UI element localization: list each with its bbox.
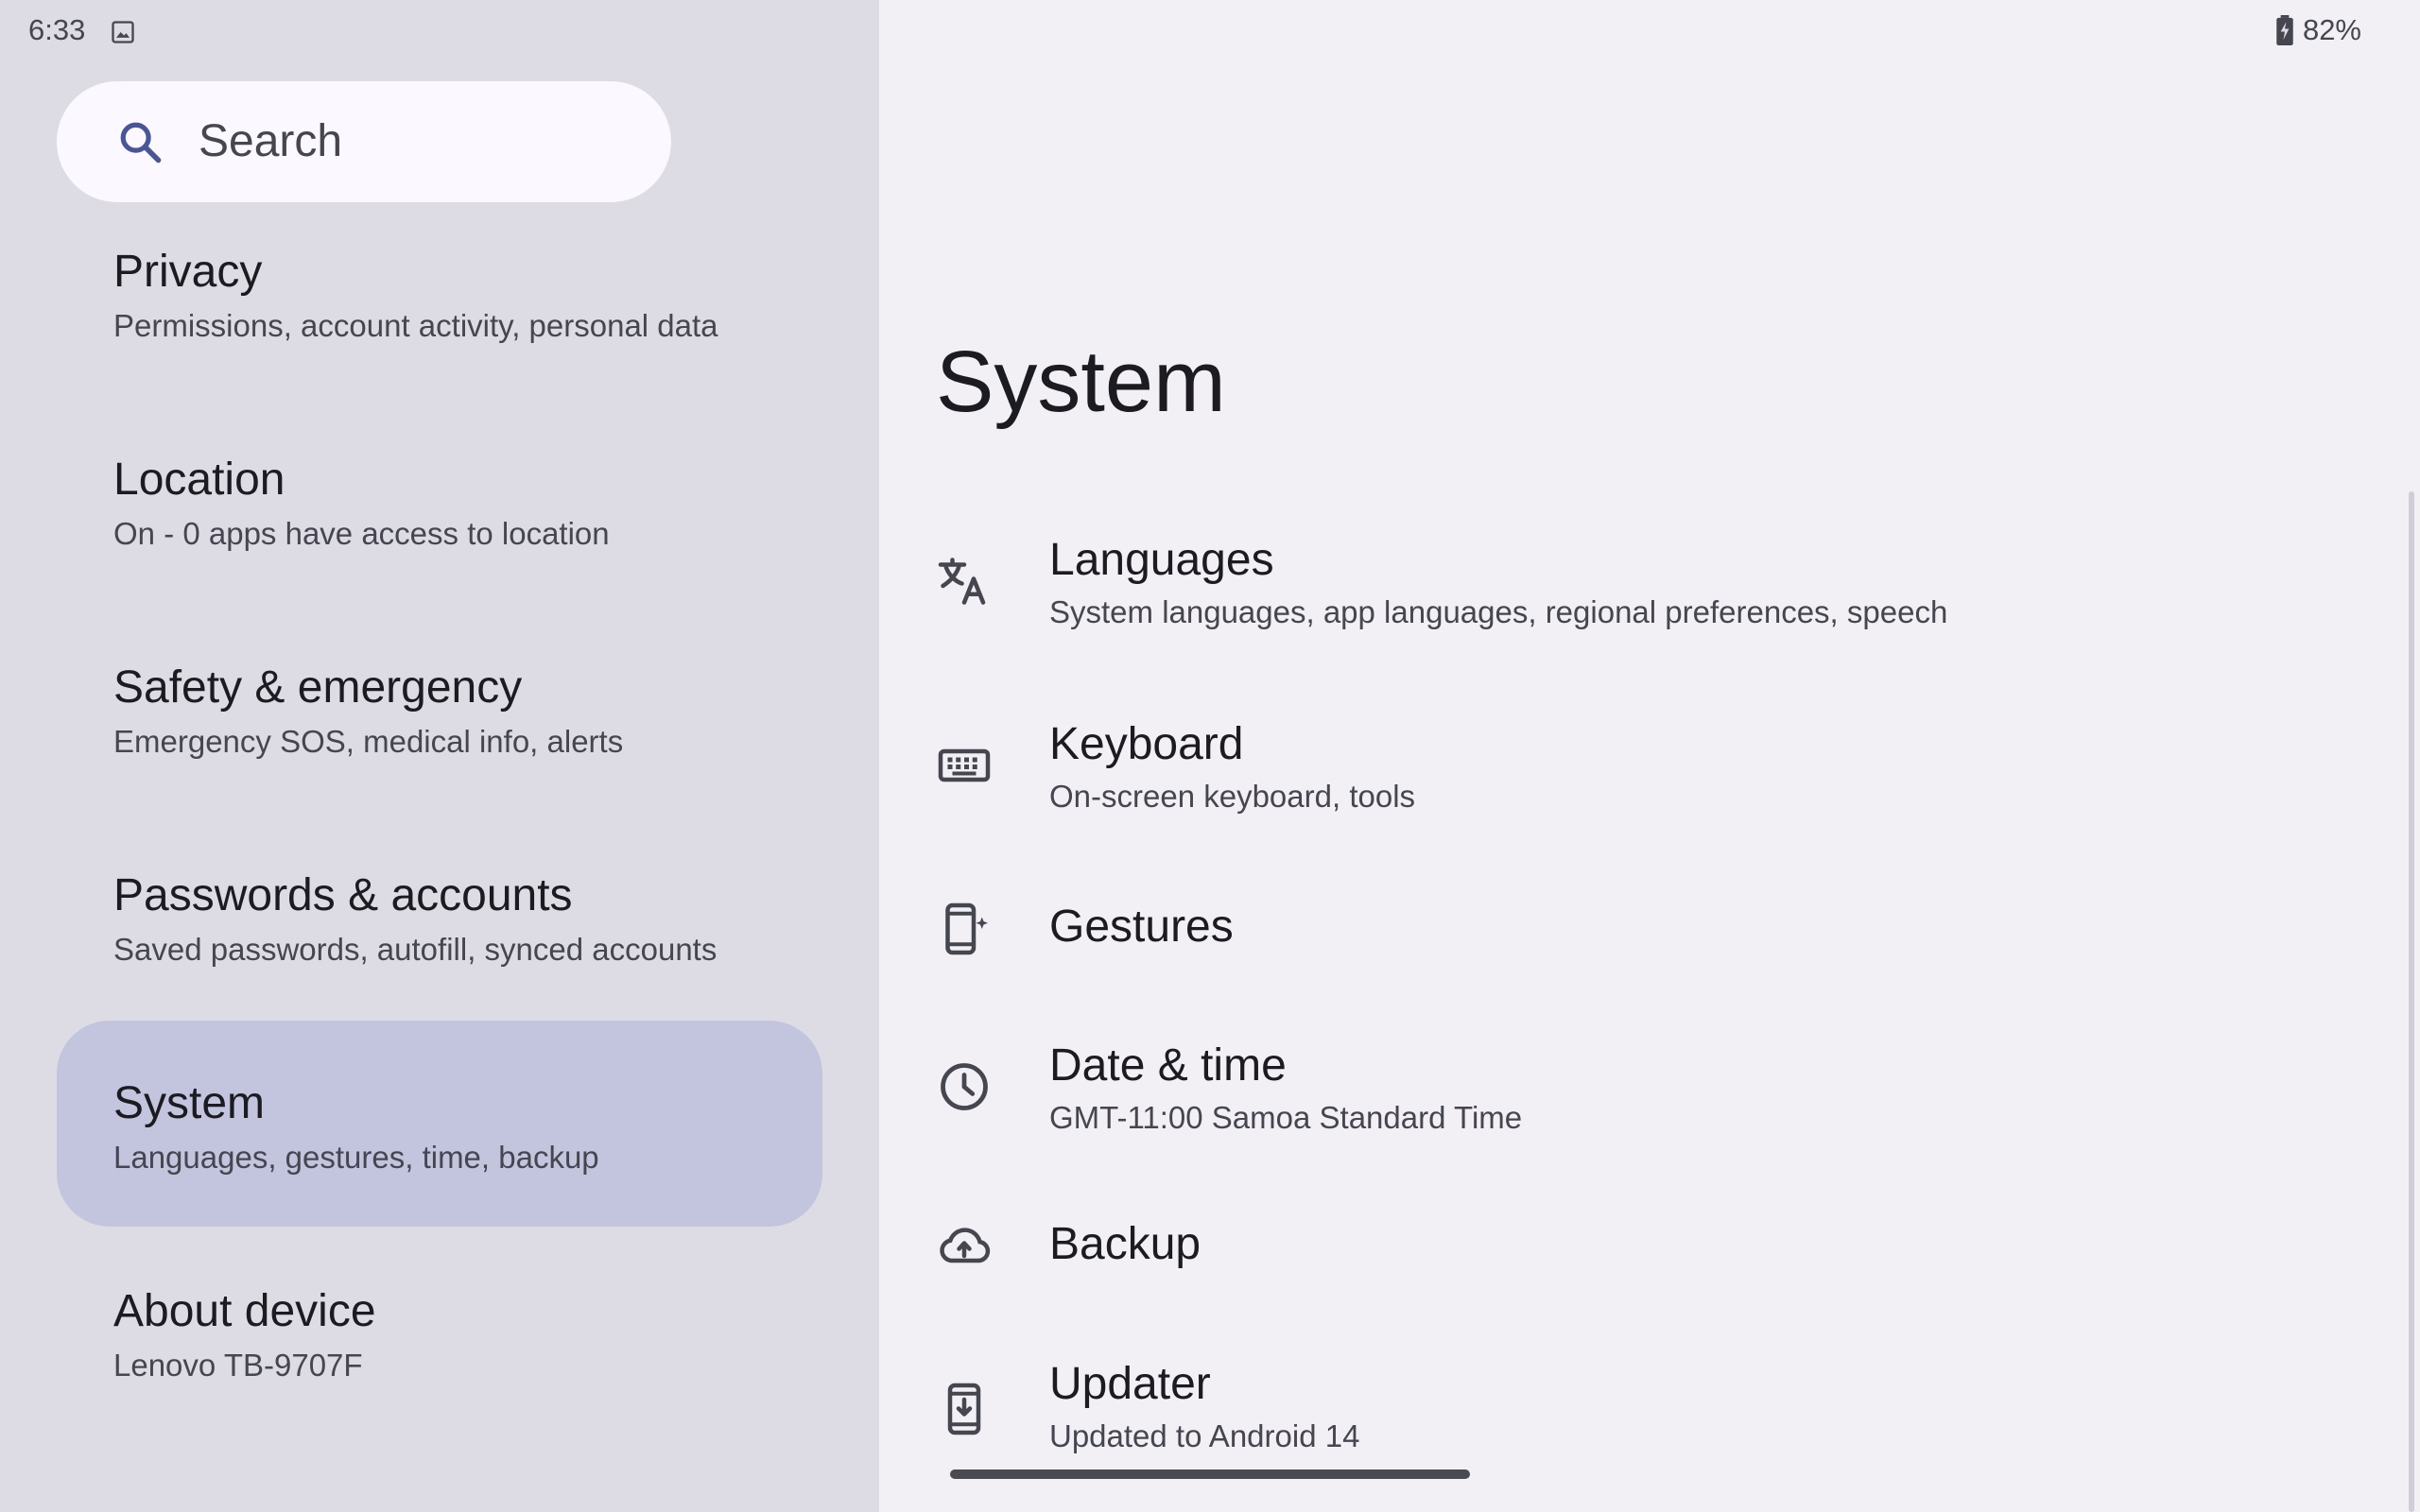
setting-subtitle: On-screen keyboard, tools xyxy=(1049,779,1416,814)
sidebar-item-title: About device xyxy=(113,1286,376,1336)
clock-icon xyxy=(941,1063,988,1110)
sidebar-item-title: Privacy xyxy=(113,247,263,297)
status-right: 82% xyxy=(2276,13,2361,47)
setting-date-time[interactable]: Date & time GMT-11:00 Samoa Standard Tim… xyxy=(879,1021,2420,1181)
sidebar-item-subtitle: Emergency SOS, medical info, alerts xyxy=(113,724,624,759)
cloud-upload-icon xyxy=(940,1228,991,1263)
sidebar-item-location[interactable]: Location On - 0 apps have access to loca… xyxy=(57,435,822,641)
sidebar-item-safety-emergency[interactable]: Safety & emergency Emergency SOS, medica… xyxy=(57,643,822,849)
sidebar-item-title: System xyxy=(113,1078,266,1128)
setting-languages[interactable]: Languages System languages, app language… xyxy=(879,515,2420,676)
search-icon xyxy=(120,122,162,163)
setting-subtitle: Updated to Android 14 xyxy=(1049,1418,1360,1453)
setting-title: Backup xyxy=(1049,1219,1201,1269)
sidebar-item-system[interactable]: System Languages, gestures, time, backup xyxy=(57,1021,822,1227)
status-time: 6:33 xyxy=(28,13,86,46)
setting-title: Updater xyxy=(1049,1359,1211,1409)
keyboard-icon xyxy=(938,748,991,782)
battery-charging-icon xyxy=(2276,15,2293,45)
setting-title: Keyboard xyxy=(1049,719,1244,769)
gestures-icon xyxy=(945,902,988,955)
image-notification-icon xyxy=(112,21,134,43)
sidebar-item-subtitle: Languages, gestures, time, backup xyxy=(113,1140,599,1175)
setting-updater[interactable]: Updater Updated to Android 14 xyxy=(879,1347,2420,1507)
setting-keyboard[interactable]: Keyboard On-screen keyboard, tools xyxy=(879,699,2420,860)
setting-title: Languages xyxy=(1049,535,1274,585)
sidebar-item-subtitle: Lenovo TB-9707F xyxy=(113,1348,363,1383)
search-bar[interactable]: Search xyxy=(57,81,671,202)
sidebar-item-subtitle: Saved passwords, autofill, synced accoun… xyxy=(113,932,717,967)
sidebar-item-subtitle: On - 0 apps have access to location xyxy=(113,516,610,551)
sidebar-item-about-device[interactable]: About device Lenovo TB-9707F xyxy=(57,1266,822,1472)
setting-title: Gestures xyxy=(1049,902,1234,952)
setting-subtitle: GMT-11:00 Samoa Standard Time xyxy=(1049,1100,1523,1135)
system-update-icon xyxy=(947,1383,981,1435)
search-placeholder: Search xyxy=(199,116,343,166)
setting-title: Date & time xyxy=(1049,1040,1287,1091)
sidebar-item-subtitle: Permissions, account activity, personal … xyxy=(113,308,718,343)
page-title: System xyxy=(936,334,1226,430)
sidebar-item-title: Passwords & accounts xyxy=(113,870,573,920)
scrollbar[interactable] xyxy=(2409,491,2414,1512)
setting-subtitle: System languages, app languages, regiona… xyxy=(1049,594,1948,629)
sidebar-item-privacy[interactable]: Privacy Permissions, account activity, p… xyxy=(57,227,822,433)
setting-backup[interactable]: Backup xyxy=(879,1205,2420,1366)
battery-percent: 82% xyxy=(2302,13,2361,46)
home-indicator[interactable] xyxy=(950,1469,1470,1479)
sidebar-item-title: Safety & emergency xyxy=(113,662,523,713)
sidebar-item-title: Location xyxy=(113,455,285,505)
translate-icon xyxy=(938,558,986,605)
